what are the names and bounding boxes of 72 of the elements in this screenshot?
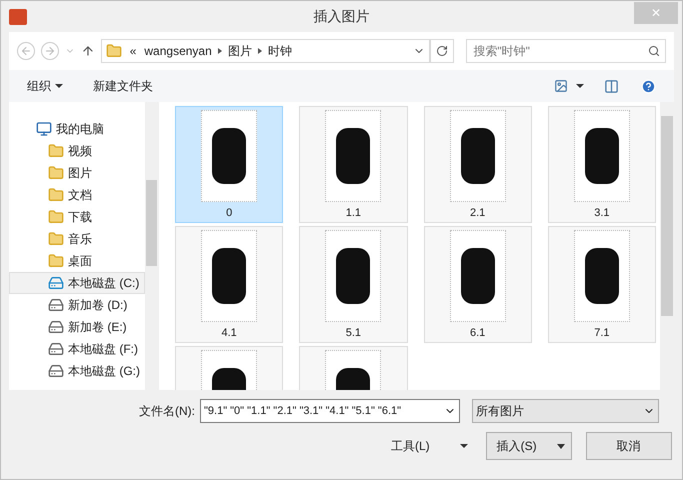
folder-icon [48,165,64,181]
file-thumbnail[interactable]: 7.1 [548,226,656,343]
drive-icon [48,363,64,379]
filename-field[interactable]: "9.1" "0" "1.1" "2.1" "3.1" "4.1" "5.1" "6.1" [200,399,460,423]
view-icon[interactable] [554,79,568,93]
separator-icon [218,48,222,54]
app-logo-icon [9,8,27,24]
sidebar-item[interactable]: 桌面 [9,250,145,272]
folder-icon [48,253,64,269]
sidebar-item[interactable]: 本地磁盘 (C:) [9,272,145,294]
up-icon[interactable] [80,44,95,58]
file-thumbnail[interactable]: 1.1 [299,106,408,223]
file-thumbnail[interactable]: 5.1 [299,226,408,343]
cancel-button[interactable]: 取消 [586,432,672,460]
scrollbar[interactable] [660,102,674,390]
file-thumbnail[interactable]: 6.1 [424,226,532,343]
sidebar-item[interactable]: 新加卷 (D:) [9,294,145,316]
new-folder-button[interactable]: 新建文件夹 [93,77,153,95]
insert-button[interactable]: 插入(S) [486,432,572,460]
search-field[interactable]: 搜索"时钟" [466,39,666,63]
sidebar-item[interactable]: 我的电脑 [9,118,145,140]
filename-label: 文件名(N): [139,403,195,420]
caret-icon [460,444,468,448]
window-title: 插入图片 [314,7,370,26]
file-name: 5.1 [346,326,362,341]
computer-icon [36,121,52,137]
file-thumbnail[interactable]: 3.1 [548,106,656,223]
breadcrumb[interactable]: 时钟 [268,42,292,60]
file-name: 6.1 [470,326,486,341]
folder-icon [48,187,64,203]
file-type-dropdown[interactable]: 所有图片 [472,399,659,423]
file-thumbnail[interactable]: 0 [175,106,284,223]
caret-icon [55,84,63,88]
folder-icon [48,209,64,225]
organize-menu[interactable]: 组织 [27,77,63,95]
folder-icon [106,43,122,59]
file-name: 1.1 [346,206,362,221]
folder-icon [48,231,64,247]
tools-menu[interactable]: 工具(L) [391,437,468,455]
sidebar-item[interactable]: 本地磁盘 (F:) [9,338,145,360]
file-name: 0 [226,206,232,221]
drive-icon [48,275,64,291]
drive-icon [48,341,64,357]
overflow-chevron[interactable]: « [130,42,136,60]
help-icon[interactable] [641,78,656,94]
sidebar-item[interactable]: 文档 [9,184,145,206]
refresh-icon [436,45,448,57]
breadcrumb[interactable]: 图片 [228,42,252,60]
file-thumbnail[interactable]: 4.1 [175,226,284,343]
separator-icon [258,48,262,54]
preview-pane-icon[interactable] [604,78,619,94]
file-name: 2.1 [470,206,486,221]
sidebar-item[interactable]: 视频 [9,140,145,162]
sidebar-item[interactable]: 下载 [9,206,145,228]
sidebar-item[interactable]: 音乐 [9,228,145,250]
breadcrumb[interactable]: wangsenyan [144,42,212,60]
sidebar-item[interactable]: 本地磁盘 (G:) [9,360,145,382]
folder-icon [48,143,64,159]
drive-icon [48,297,64,313]
scrollbar[interactable] [145,102,158,390]
file-name: 4.1 [221,326,237,341]
file-name: 3.1 [594,206,610,221]
caret-icon[interactable] [576,84,584,88]
address-bar[interactable]: « wangsenyan 图片 时钟 [100,39,430,63]
drive-icon [48,319,64,335]
refresh-button[interactable] [430,39,454,63]
sidebar-item[interactable]: 新加卷 (E:) [9,316,145,338]
sidebar-item[interactable]: 图片 [9,162,145,184]
file-thumbnail[interactable]: 2.1 [424,106,532,223]
search-icon[interactable] [648,45,660,57]
file-name: 7.1 [594,326,610,341]
caret-icon [556,444,565,448]
